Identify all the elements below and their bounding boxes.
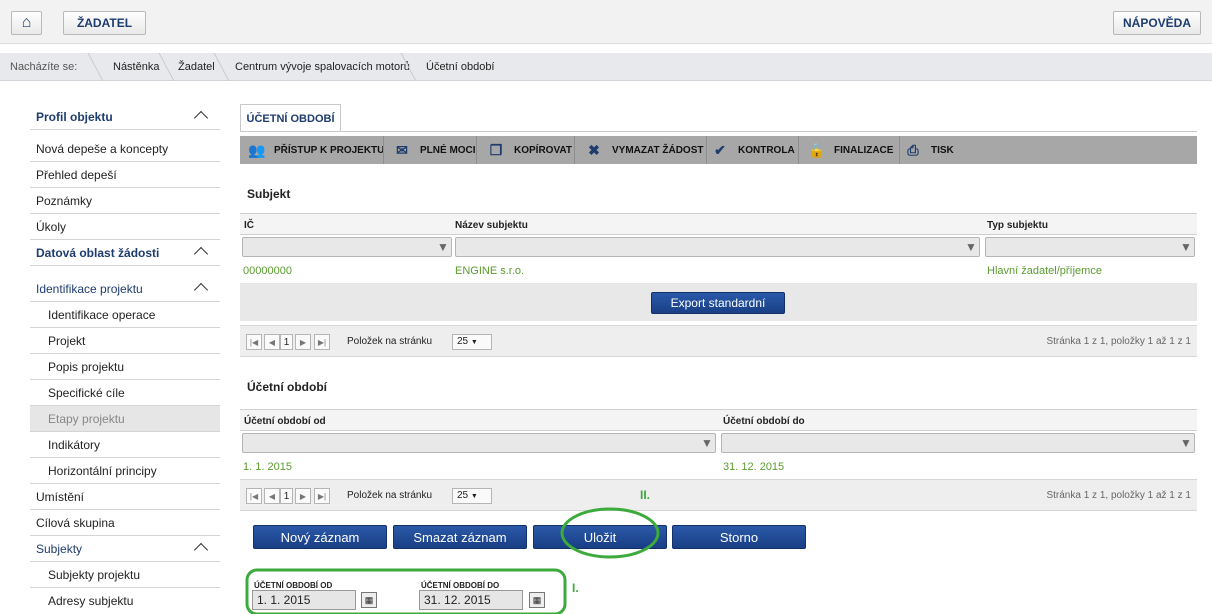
annotation-overlay	[245, 507, 660, 614]
annotation-box-form	[245, 568, 567, 614]
annotation-circle-save	[560, 507, 660, 559]
